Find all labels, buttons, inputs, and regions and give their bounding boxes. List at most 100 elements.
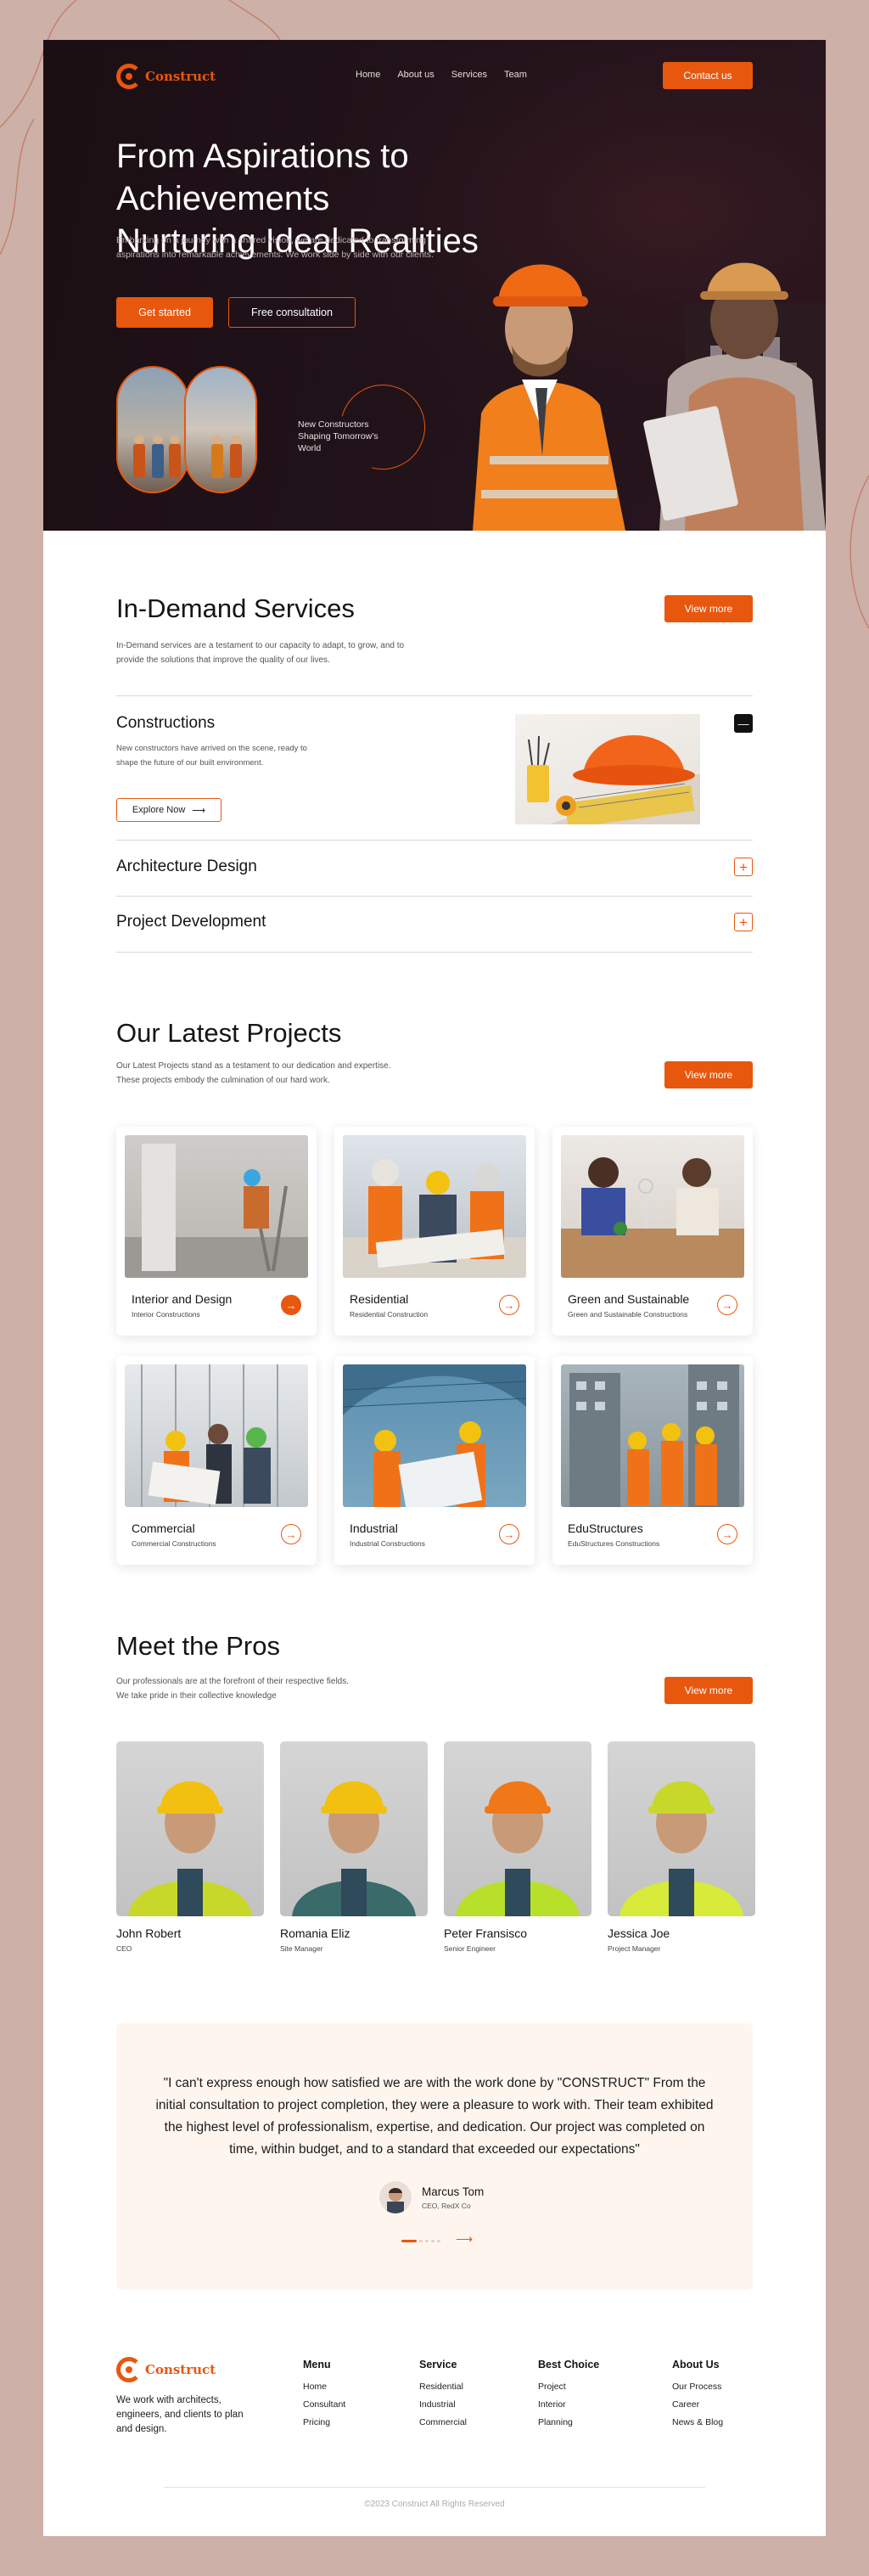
footer-link[interactable]: Residential — [419, 2382, 467, 2392]
member-name: John Robert — [116, 1926, 182, 1940]
free-consultation-button[interactable]: Free consultation — [228, 297, 356, 328]
project-image — [343, 1364, 526, 1507]
services-title: In-Demand Services — [116, 593, 355, 623]
footer-link[interactable]: Planning — [538, 2417, 599, 2427]
team-member-card[interactable]: John Robert CEO — [116, 1741, 264, 1953]
hero-photo-site — [184, 366, 257, 493]
author-role: CEO, RedX Co — [422, 2201, 471, 2210]
arrow-right-icon[interactable]: → — [717, 1295, 737, 1315]
project-card-edustructures[interactable]: EduStructures EduStructures Construction… — [552, 1356, 753, 1565]
member-name: Peter Fransisco — [444, 1926, 528, 1940]
project-card-interior[interactable]: Interior and Design Interior Constructio… — [116, 1127, 317, 1336]
projects-subtitle: Our Latest Projects stand as a testament… — [116, 1061, 391, 1085]
nav-link-home[interactable]: Home — [356, 70, 380, 80]
footer-logo[interactable]: Construct — [116, 2357, 216, 2382]
carousel-dot-active[interactable] — [401, 2240, 417, 2242]
footer-link[interactable]: News & Blog — [672, 2417, 723, 2427]
footer-column-service: Service Residential Industrial Commercia… — [419, 2359, 467, 2435]
member-photo — [280, 1741, 428, 1916]
logo-icon — [116, 64, 142, 89]
explore-now-button[interactable]: Explore Now ⟶ — [116, 798, 221, 822]
contact-us-button[interactable]: Contact us — [663, 62, 753, 89]
expand-icon[interactable]: + — [734, 858, 753, 876]
logo-text: Construct — [145, 2362, 216, 2377]
project-category: Interior Constructions — [132, 1310, 200, 1319]
hero-tagline: New Constructors Shaping Tomorrow's Worl… — [298, 368, 441, 486]
project-name: EduStructures — [568, 1521, 643, 1535]
services-view-more-button[interactable]: View more — [664, 595, 753, 622]
team-member-card[interactable]: Peter Fransisco Senior Engineer — [444, 1741, 591, 1953]
service-architecture-title[interactable]: Architecture Design — [116, 858, 257, 876]
footer-link[interactable]: Home — [303, 2382, 345, 2392]
projects-view-more-button[interactable]: View more — [664, 1061, 753, 1088]
logo-text: Construct — [145, 69, 216, 84]
team-view-more-button[interactable]: View more — [664, 1677, 753, 1704]
arrow-right-icon[interactable]: → — [281, 1295, 301, 1315]
arrow-right-icon[interactable]: → — [717, 1524, 737, 1544]
divider — [116, 695, 753, 696]
footer-link[interactable]: Pricing — [303, 2417, 345, 2427]
nav-link-about[interactable]: About us — [397, 70, 434, 80]
copyright-text: ©2023 Construct All Rights Reserved — [364, 2500, 505, 2509]
footer-link[interactable]: Commercial — [419, 2417, 467, 2427]
project-category: Residential Construction — [350, 1310, 429, 1319]
divider — [116, 896, 753, 897]
footer-link[interactable]: Consultant — [303, 2399, 345, 2410]
footer-heading: Best Choice — [538, 2359, 600, 2371]
landing-page: Construct Home About us Services Team Co… — [43, 40, 826, 2536]
footer-link[interactable]: Career — [672, 2399, 723, 2410]
member-illustration — [620, 1781, 743, 1916]
hero-title-line-1: From Aspirations to Achievements — [116, 138, 409, 217]
divider — [116, 840, 753, 841]
collapse-icon[interactable]: — — [734, 714, 753, 733]
project-card-industrial[interactable]: Industrial Industrial Constructions → — [334, 1356, 535, 1565]
hero-section: Construct Home About us Services Team Co… — [43, 40, 826, 531]
logo[interactable]: Construct — [116, 64, 216, 89]
arrow-right-icon[interactable]: → — [499, 1295, 519, 1315]
project-category: Industrial Constructions — [350, 1539, 425, 1548]
footer-divider — [164, 2487, 705, 2488]
get-started-button[interactable]: Get started — [116, 297, 213, 328]
arrow-right-icon[interactable]: → — [499, 1524, 519, 1544]
footer-heading: Menu — [303, 2359, 331, 2371]
project-card-residential[interactable]: Residential Residential Construction → — [334, 1127, 535, 1336]
member-role: CEO — [116, 1944, 132, 1953]
footer-link[interactable]: Project — [538, 2382, 599, 2392]
footer-link[interactable]: Industrial — [419, 2399, 467, 2410]
arrow-right-icon[interactable]: → — [281, 1524, 301, 1544]
hero-engineers-image — [473, 262, 826, 531]
carousel-dot[interactable] — [437, 2240, 440, 2242]
nav-link-team[interactable]: Team — [504, 70, 527, 80]
hero-buttons: Get started Free consultation — [116, 297, 356, 328]
next-arrow-icon[interactable]: ⟶ — [456, 2232, 473, 2247]
footer-column-menu: Menu Home Consultant Pricing — [303, 2359, 345, 2435]
carousel-indicator — [401, 2240, 440, 2242]
service-constructions-title[interactable]: Constructions — [116, 714, 215, 733]
project-image — [561, 1364, 744, 1507]
service-development-title[interactable]: Project Development — [116, 913, 266, 931]
project-name: Industrial — [350, 1521, 398, 1535]
explore-now-label: Explore Now — [132, 805, 186, 815]
project-image — [561, 1135, 744, 1278]
carousel-dot[interactable] — [431, 2240, 434, 2242]
project-card-commercial[interactable]: Commercial Commercial Constructions → — [116, 1356, 317, 1565]
hero-photo-pair — [116, 366, 261, 493]
services-subtitle: In-Demand services are a testament to ou… — [116, 641, 405, 665]
expand-icon[interactable]: + — [734, 913, 753, 931]
footer-link[interactable]: Our Process — [672, 2382, 723, 2392]
team-member-card[interactable]: Romania Eliz Site Manager — [280, 1741, 428, 1953]
service-constructions-description: New constructors have arrived on the sce… — [116, 744, 307, 768]
arrow-right-icon: ⟶ — [192, 805, 206, 816]
carousel-dot[interactable] — [419, 2240, 423, 2242]
footer-heading: Service — [419, 2359, 457, 2371]
footer-link[interactable]: Interior — [538, 2399, 599, 2410]
project-name: Residential — [350, 1292, 409, 1306]
project-card-green[interactable]: Green and Sustainable Green and Sustaina… — [552, 1127, 753, 1336]
project-category: Green and Sustainable Constructions — [568, 1310, 688, 1319]
carousel-dot[interactable] — [425, 2240, 429, 2242]
member-photo — [444, 1741, 591, 1916]
project-category: Commercial Constructions — [132, 1539, 216, 1548]
member-name: Romania Eliz — [280, 1926, 350, 1940]
nav-link-services[interactable]: Services — [451, 70, 487, 80]
team-member-card[interactable]: Jessica Joe Project Manager — [608, 1741, 755, 1953]
